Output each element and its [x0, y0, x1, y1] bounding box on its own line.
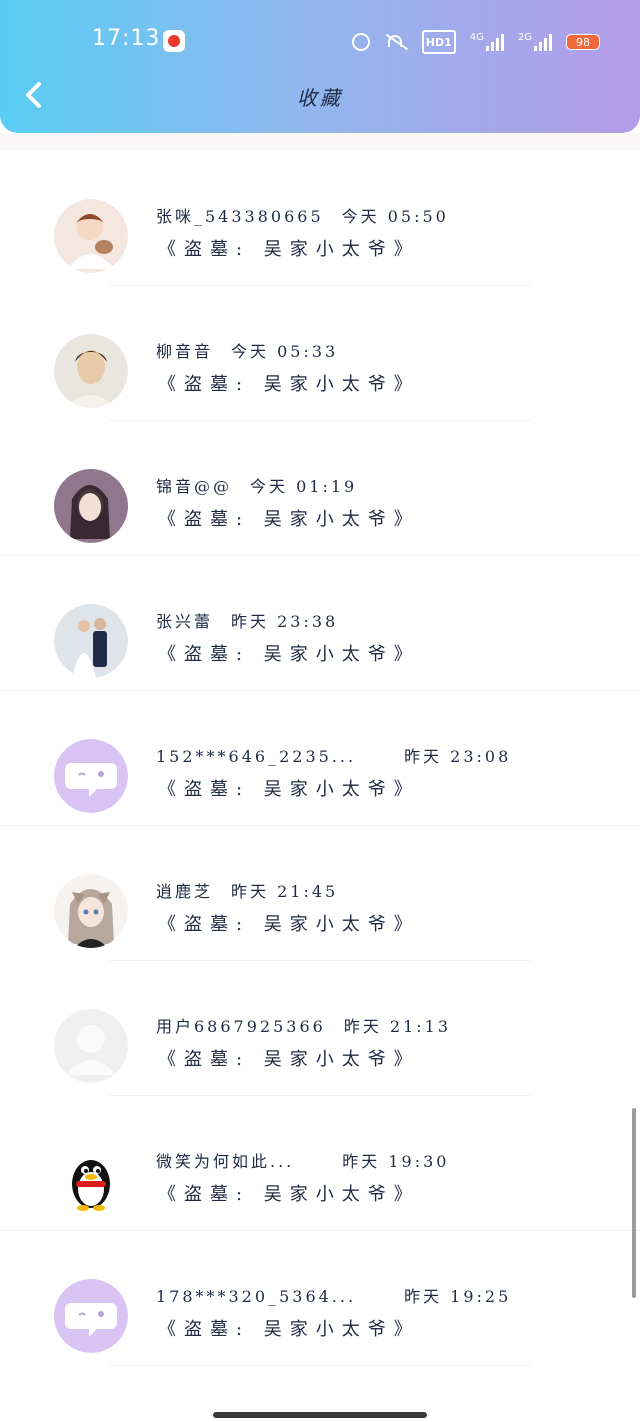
list-item[interactable]: 逍鹿芝 昨天 21:45 《盗墓: 吴家小太爷》	[0, 826, 640, 961]
default-avatar-icon	[54, 1009, 128, 1083]
favorite-time: 昨天 23:08	[404, 747, 512, 766]
list-item[interactable]: 用户6867925366 昨天 21:13 《盗墓: 吴家小太爷》	[0, 961, 640, 1096]
avatar[interactable]	[54, 199, 128, 273]
avatar[interactable]	[54, 469, 128, 543]
page-title: 收藏	[297, 86, 343, 110]
collected-title[interactable]: 《盗墓: 吴家小太爷》	[158, 1180, 420, 1206]
user-name[interactable]: 152***646_2235...	[156, 747, 356, 766]
chat-bubble-icon	[54, 1279, 128, 1353]
avatar-image	[54, 604, 128, 678]
favorite-time: 昨天 23:38	[231, 612, 339, 631]
row-divider	[110, 1365, 530, 1366]
user-name[interactable]: 用户6867925366	[156, 1017, 326, 1036]
avatar-image	[54, 199, 128, 273]
penguin-icon	[54, 1144, 128, 1218]
mute-icon	[384, 33, 408, 51]
home-indicator[interactable]	[213, 1412, 427, 1418]
list-item[interactable]: 张兴蕾 昨天 23:38 《盗墓: 吴家小太爷》	[0, 556, 640, 691]
avatar[interactable]	[54, 874, 128, 948]
favorite-time: 昨天 19:30	[342, 1152, 450, 1171]
avatar[interactable]	[54, 1144, 128, 1218]
user-line: 锦音@@ 今天 01:19	[156, 473, 357, 497]
user-line: 张咪_543380665 今天 05:50	[156, 203, 449, 227]
user-name[interactable]: 张兴蕾	[156, 612, 213, 631]
list-item[interactable]: 柳音音 今天 05:33 《盗墓: 吴家小太爷》	[0, 286, 640, 421]
user-line: 152***646_2235... 昨天 23:08	[156, 743, 511, 767]
list-item[interactable]: 微笑为何如此... 昨天 19:30 《盗墓: 吴家小太爷》	[0, 1096, 640, 1231]
header-divider	[0, 133, 640, 151]
favorite-time: 昨天 21:45	[231, 882, 339, 901]
favorite-time: 昨天 19:25	[404, 1287, 512, 1306]
hd-icon: HD1	[421, 30, 456, 54]
scrollbar[interactable]	[632, 1108, 636, 1298]
user-line: 微笑为何如此... 昨天 19:30	[156, 1148, 449, 1172]
user-name[interactable]: 逍鹿芝	[156, 882, 213, 901]
signal-2g-icon: 2G	[518, 32, 552, 52]
collected-title[interactable]: 《盗墓: 吴家小太爷》	[158, 1315, 420, 1341]
collected-title[interactable]: 《盗墓: 吴家小太爷》	[158, 1045, 420, 1071]
avatar[interactable]	[54, 739, 128, 813]
list-item[interactable]: 178***320_5364... 昨天 19:25 《盗墓: 吴家小太爷》	[0, 1231, 640, 1366]
avatar-image	[54, 469, 128, 543]
signal-4g-icon: 4G	[470, 32, 504, 52]
collected-title[interactable]: 《盗墓: 吴家小太爷》	[158, 505, 420, 531]
user-line: 柳音音 今天 05:33	[156, 338, 338, 362]
alarm-icon	[351, 33, 370, 51]
user-name[interactable]: 微笑为何如此...	[156, 1152, 294, 1171]
favorite-time: 昨天 21:13	[343, 1017, 452, 1036]
avatar[interactable]	[54, 334, 128, 408]
list-item[interactable]: 锦音@@ 今天 01:19 《盗墓: 吴家小太爷》	[0, 421, 640, 556]
list-item[interactable]: 张咪_543380665 今天 05:50 《盗墓: 吴家小太爷》	[0, 151, 640, 286]
favorite-time: 今天 05:33	[231, 342, 339, 361]
favorites-list: 张咪_543380665 今天 05:50 《盗墓: 吴家小太爷》 柳音音 今天 05…	[0, 151, 640, 1366]
user-name[interactable]: 张咪_543380665	[156, 207, 324, 226]
collected-title[interactable]: 《盗墓: 吴家小太爷》	[158, 370, 420, 396]
user-name[interactable]: 柳音音	[156, 342, 213, 361]
avatar-image	[54, 874, 128, 948]
status-time: 17:13	[92, 26, 161, 51]
favorite-time: 今天 05:50	[341, 207, 449, 226]
collected-title[interactable]: 《盗墓: 吴家小太爷》	[158, 775, 420, 801]
collected-title[interactable]: 《盗墓: 吴家小太爷》	[158, 640, 420, 666]
list-item[interactable]: 152***646_2235... 昨天 23:08 《盗墓: 吴家小太爷》	[0, 691, 640, 826]
user-line: 张兴蕾 昨天 23:38	[156, 608, 338, 632]
header-bar: 17:13 HD1 4G 2G 98 收藏	[0, 0, 640, 133]
battery-icon: 98	[566, 34, 600, 50]
user-name[interactable]: 178***320_5364...	[156, 1287, 356, 1306]
user-line: 逍鹿芝 昨天 21:45	[156, 878, 338, 902]
chat-bubble-icon	[54, 739, 128, 813]
status-bar: 17:13 HD1 4G 2G 98	[0, 22, 640, 62]
avatar[interactable]	[54, 1279, 128, 1353]
avatar[interactable]	[54, 604, 128, 678]
favorite-time: 今天 01:19	[250, 477, 358, 496]
avatar[interactable]	[54, 1009, 128, 1083]
user-name[interactable]: 锦音@@	[156, 477, 232, 496]
user-line: 用户6867925366 昨天 21:13	[156, 1013, 451, 1037]
collected-title[interactable]: 《盗墓: 吴家小太爷》	[158, 235, 420, 261]
user-line: 178***320_5364... 昨天 19:25	[156, 1283, 511, 1307]
screen-record-icon	[163, 30, 185, 52]
avatar-image	[54, 334, 128, 408]
collected-title[interactable]: 《盗墓: 吴家小太爷》	[158, 910, 420, 936]
